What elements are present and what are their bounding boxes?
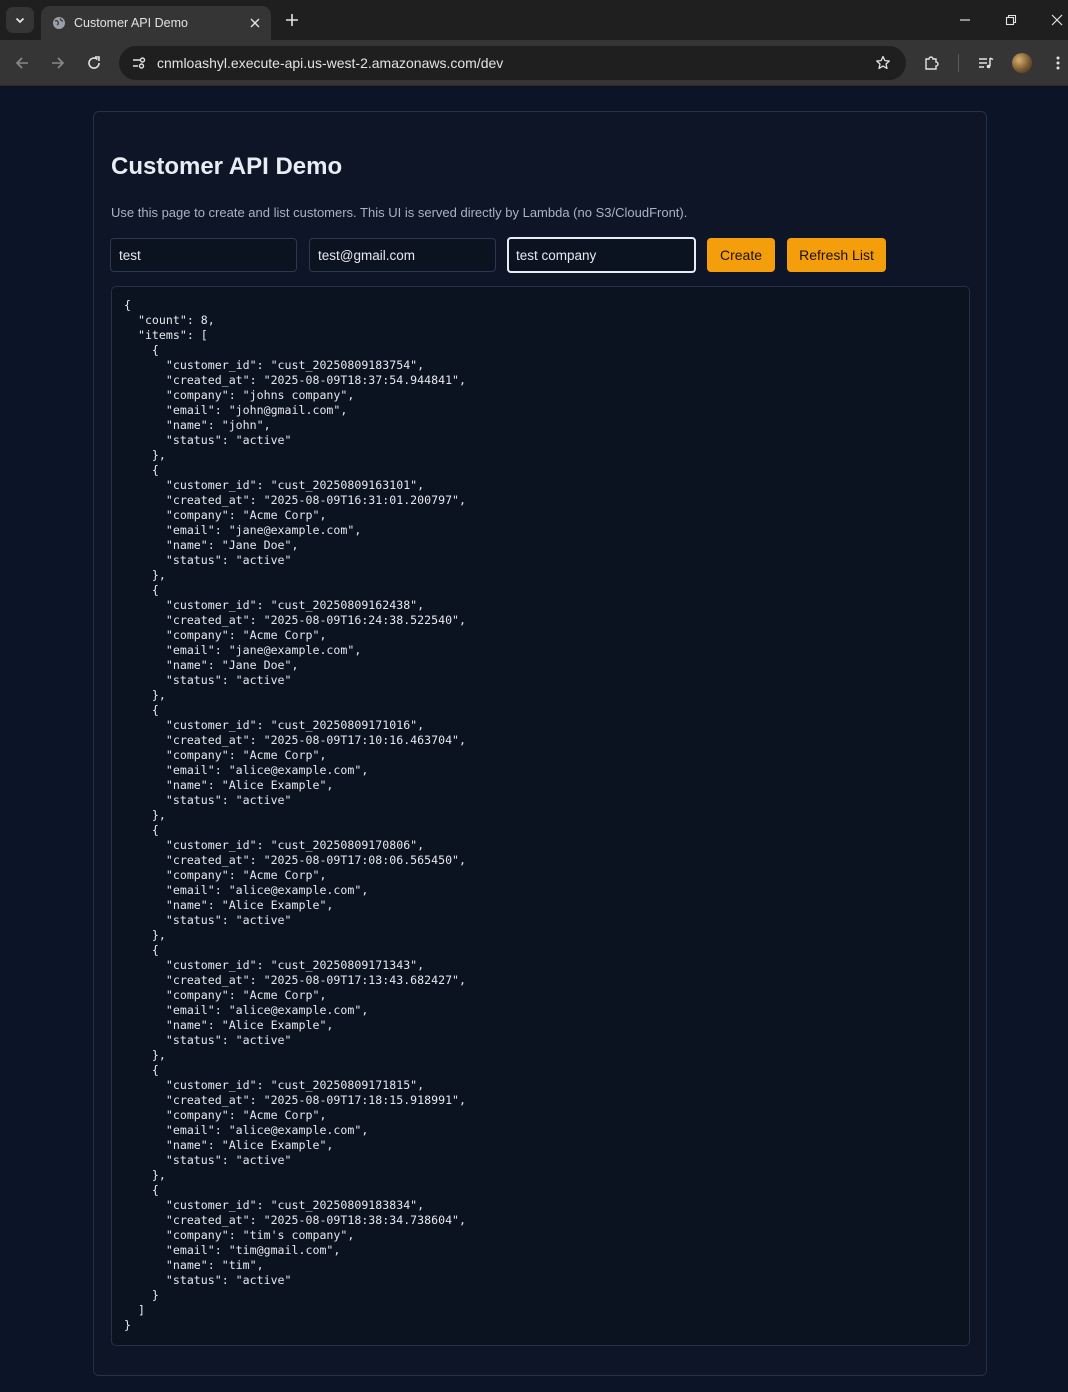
back-arrow-icon[interactable] (10, 51, 34, 75)
toolbar-divider (958, 54, 959, 72)
email-input[interactable] (309, 238, 496, 272)
tab-title: Customer API Demo (74, 16, 188, 30)
json-output-panel: { "count": 8, "items": [ { "customer_id"… (111, 286, 970, 1346)
company-input[interactable] (507, 237, 696, 273)
restore-icon[interactable] (999, 8, 1023, 32)
tab-close-icon[interactable] (245, 13, 265, 33)
globe-icon (52, 16, 66, 30)
bookmark-star-icon[interactable] (872, 52, 894, 74)
site-info-icon[interactable] (127, 51, 151, 75)
create-button[interactable]: Create (707, 238, 775, 272)
page-title: Customer API Demo (111, 153, 343, 180)
tab-search-chevron-icon[interactable] (6, 7, 34, 33)
media-queue-icon[interactable] (974, 51, 998, 75)
new-tab-plus-icon[interactable] (281, 9, 303, 31)
forward-arrow-icon[interactable] (46, 51, 70, 75)
page-subtitle: Use this page to create and list custome… (111, 205, 688, 220)
main-card: Customer API Demo Use this page to creat… (93, 111, 987, 1376)
extensions-puzzle-icon[interactable] (920, 51, 944, 75)
minimize-icon[interactable] (953, 8, 977, 32)
profile-avatar[interactable] (1012, 53, 1032, 73)
name-input[interactable] (110, 238, 297, 272)
reload-icon[interactable] (82, 51, 106, 75)
tab-strip: Customer API Demo (0, 0, 1068, 40)
address-bar[interactable]: cnmloashyl.execute-api.us-west-2.amazona… (119, 46, 906, 80)
url-text: cnmloashyl.execute-api.us-west-2.amazona… (157, 55, 504, 71)
refresh-list-button[interactable]: Refresh List (787, 238, 886, 272)
browser-toolbar: cnmloashyl.execute-api.us-west-2.amazona… (0, 40, 1068, 86)
close-window-icon[interactable] (1045, 8, 1068, 32)
browser-tab[interactable]: Customer API Demo (41, 6, 271, 40)
kebab-menu-icon[interactable] (1046, 51, 1068, 75)
json-output-text: { "count": 8, "items": [ { "customer_id"… (124, 298, 467, 1332)
